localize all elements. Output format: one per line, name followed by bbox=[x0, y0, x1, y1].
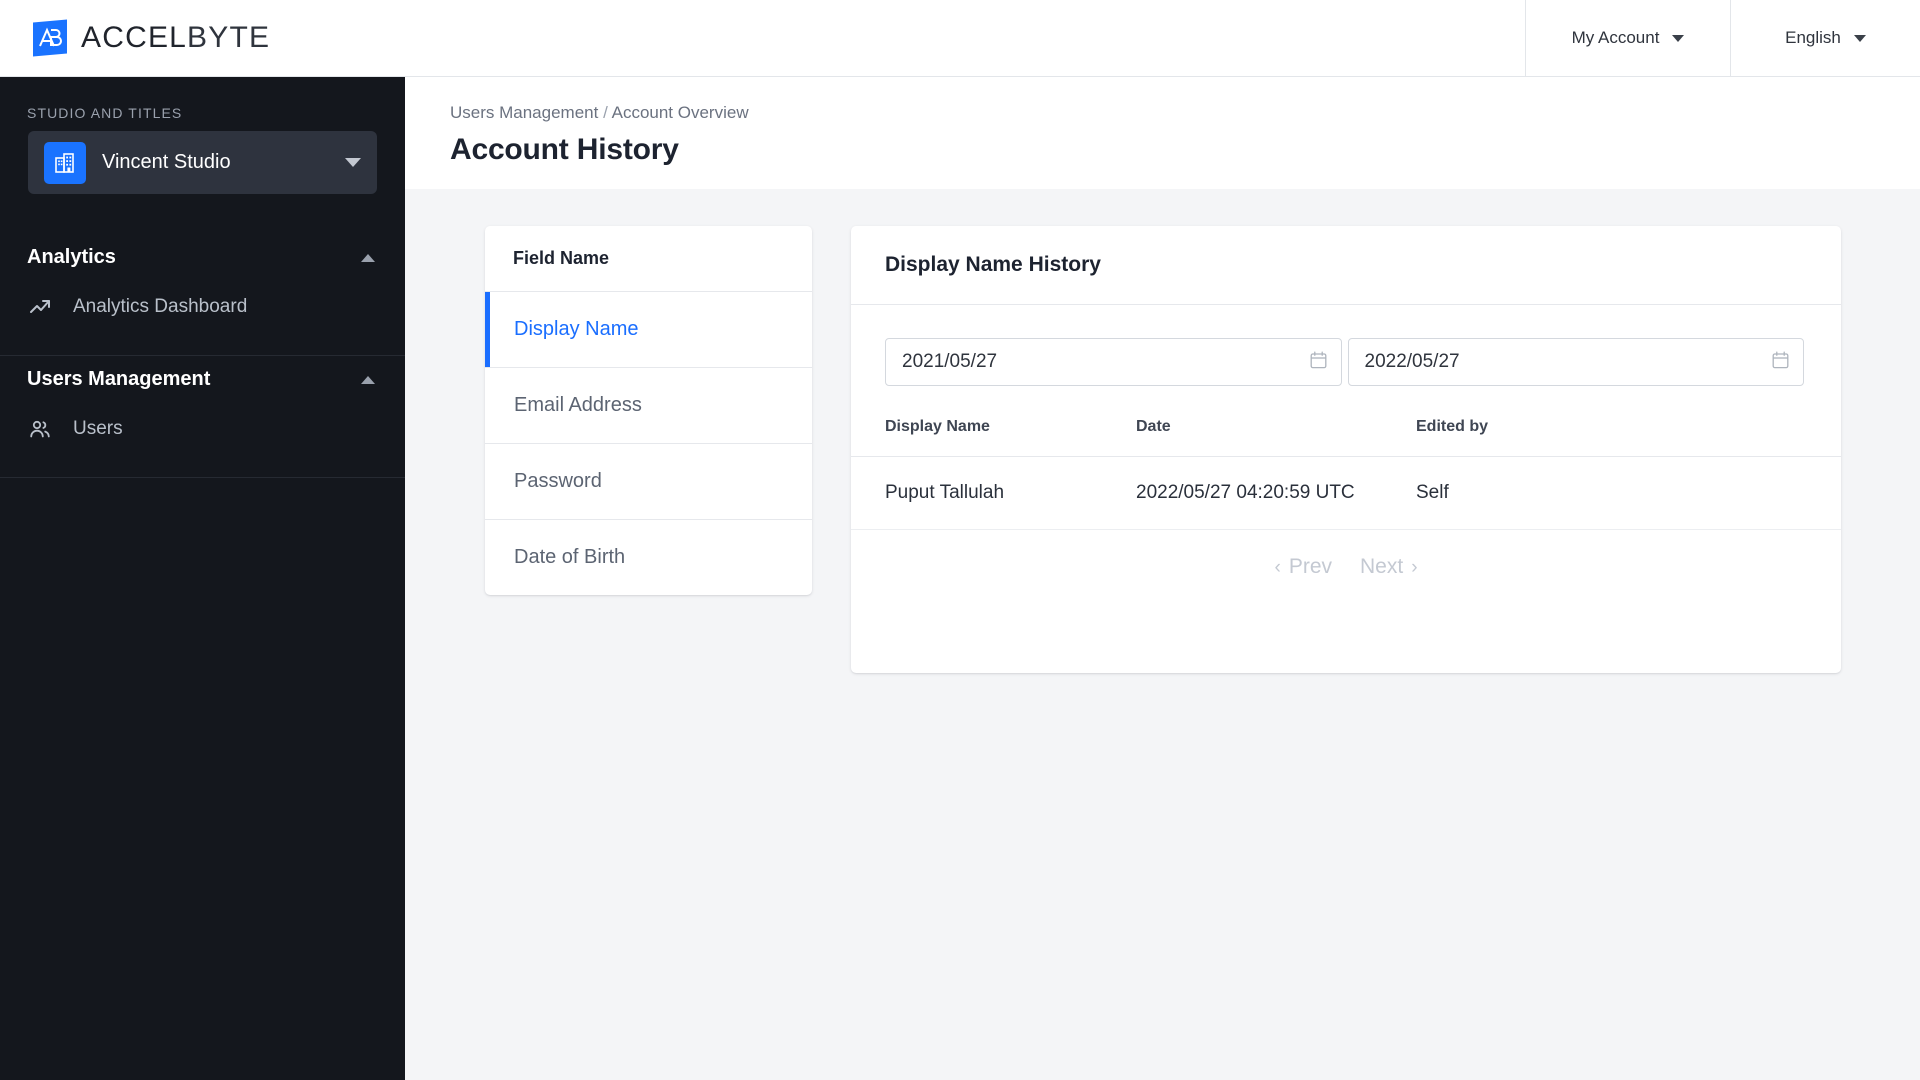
column-header-date[interactable]: Date bbox=[1136, 410, 1416, 457]
date-to-value: 2022/05/27 bbox=[1364, 351, 1460, 372]
history-table-body: Puput Tallulah 2022/05/27 04:20:59 UTC S… bbox=[851, 456, 1841, 530]
sidebar-item-label: Users bbox=[73, 418, 123, 439]
history-table: Display Name Date Edited by Puput Tallul… bbox=[851, 410, 1841, 530]
column-header-display-name[interactable]: Display Name bbox=[851, 410, 1136, 457]
trending-up-icon bbox=[27, 294, 53, 320]
accelbyte-mark-icon bbox=[33, 19, 67, 57]
brand-name-primary: ACCEL bbox=[81, 21, 188, 54]
date-range-filter: 2021/05/27 2022/05/27 bbox=[851, 305, 1841, 386]
nav-section-analytics: Analytics Analytics Dashboard bbox=[0, 234, 405, 356]
field-row-label: Password bbox=[514, 470, 602, 492]
chevron-down-icon bbox=[1672, 34, 1685, 42]
sidebar-item-users[interactable]: Users bbox=[0, 403, 405, 455]
field-row-label: Display Name bbox=[514, 318, 639, 340]
brand-name-secondary: BYTE bbox=[187, 21, 271, 54]
breadcrumb: Users Management / Account Overview bbox=[405, 77, 1920, 123]
breadcrumb-current[interactable]: Account Overview bbox=[612, 103, 749, 122]
chevron-right-icon: › bbox=[1411, 556, 1418, 578]
language-label: English bbox=[1785, 28, 1841, 47]
my-account-label: My Account bbox=[1571, 28, 1660, 47]
breadcrumb-parent[interactable]: Users Management bbox=[450, 103, 598, 122]
field-name-panel-header: Field Name bbox=[485, 226, 812, 292]
content-area: Field Name Display Name Email Address Pa… bbox=[405, 189, 1920, 1080]
prev-page-button[interactable]: ‹ Prev bbox=[1274, 555, 1332, 579]
my-account-menu[interactable]: My Account bbox=[1525, 0, 1730, 76]
history-panel-title: Display Name History bbox=[851, 226, 1841, 305]
field-row-date-of-birth[interactable]: Date of Birth bbox=[485, 520, 812, 595]
nav-section-users-management: Users Management Users bbox=[0, 356, 405, 478]
field-row-label: Date of Birth bbox=[514, 546, 626, 568]
nav-section-header-users-management[interactable]: Users Management bbox=[0, 356, 405, 403]
calendar-icon[interactable] bbox=[1772, 351, 1789, 374]
field-name-panel: Field Name Display Name Email Address Pa… bbox=[485, 226, 812, 595]
cell-display-name: Puput Tallulah bbox=[851, 456, 1136, 530]
page-header: Users Management / Account Overview Acco… bbox=[405, 77, 1920, 189]
building-icon bbox=[44, 141, 86, 184]
calendar-icon[interactable] bbox=[1310, 351, 1327, 374]
studio-selector[interactable]: Vincent Studio bbox=[28, 131, 377, 194]
field-row-password[interactable]: Password bbox=[485, 444, 812, 520]
date-to-input[interactable]: 2022/05/27 bbox=[1347, 338, 1804, 386]
history-table-head: Display Name Date Edited by bbox=[851, 410, 1841, 457]
chevron-down-icon bbox=[1853, 34, 1866, 42]
display-name-history-panel: Display Name History 2021/05/27 2022/05/… bbox=[851, 226, 1841, 673]
brand-name: ACCELBYTE bbox=[81, 21, 270, 55]
chevron-down-icon bbox=[345, 158, 361, 167]
prev-page-label: Prev bbox=[1288, 555, 1332, 578]
table-header-row: Display Name Date Edited by bbox=[851, 410, 1841, 457]
cell-edited-by: Self bbox=[1416, 456, 1841, 530]
users-icon bbox=[27, 416, 53, 442]
nav-section-header-analytics[interactable]: Analytics bbox=[0, 234, 405, 281]
sidebar-section-label: STUDIO AND TITLES bbox=[27, 105, 183, 121]
chevron-up-icon bbox=[361, 375, 375, 384]
top-bar: ACCELBYTE My Account English bbox=[0, 0, 1920, 77]
brand-logo[interactable]: ACCELBYTE bbox=[0, 0, 270, 76]
nav-section-title: Analytics bbox=[27, 246, 116, 268]
chevron-up-icon bbox=[361, 253, 375, 262]
column-header-edited-by[interactable]: Edited by bbox=[1416, 410, 1841, 457]
studio-name: Vincent Studio bbox=[102, 151, 231, 173]
date-from-value: 2021/05/27 bbox=[902, 351, 998, 372]
language-menu[interactable]: English bbox=[1730, 0, 1920, 76]
page-title: Account History bbox=[450, 133, 679, 166]
top-bar-spacer bbox=[270, 0, 1525, 76]
breadcrumb-separator: / bbox=[603, 103, 608, 122]
next-page-label: Next bbox=[1360, 555, 1404, 578]
sidebar-item-label: Analytics Dashboard bbox=[73, 296, 248, 317]
date-from-input[interactable]: 2021/05/27 bbox=[885, 338, 1342, 386]
cell-date: 2022/05/27 04:20:59 UTC bbox=[1136, 456, 1416, 530]
next-page-button[interactable]: Next › bbox=[1360, 555, 1418, 579]
field-row-email-address[interactable]: Email Address bbox=[485, 368, 812, 444]
pagination: ‹ Prev Next › bbox=[851, 530, 1841, 579]
sidebar-item-analytics-dashboard[interactable]: Analytics Dashboard bbox=[0, 281, 405, 333]
field-row-display-name[interactable]: Display Name bbox=[485, 292, 812, 368]
field-row-label: Email Address bbox=[514, 394, 642, 416]
table-row[interactable]: Puput Tallulah 2022/05/27 04:20:59 UTC S… bbox=[851, 456, 1841, 530]
nav-section-title: Users Management bbox=[27, 368, 211, 390]
sidebar: STUDIO AND TITLES Vincent Studio Analyti… bbox=[0, 77, 405, 1080]
chevron-left-icon: ‹ bbox=[1274, 556, 1281, 578]
